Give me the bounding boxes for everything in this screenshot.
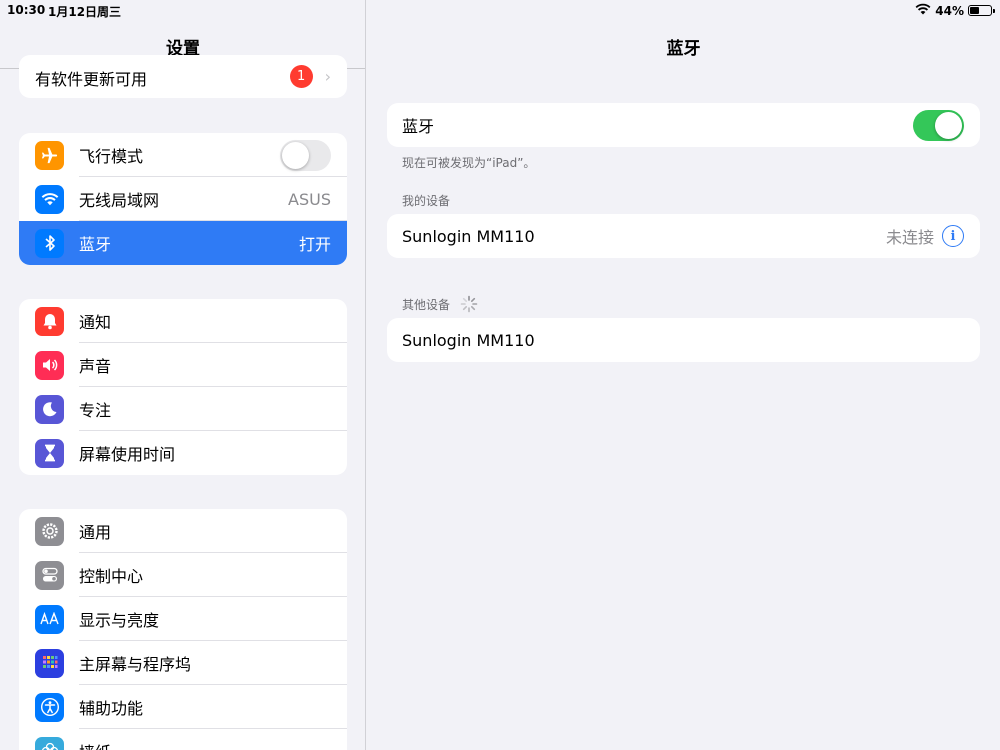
sidebar-item-label: 飞行模式 [79, 147, 144, 166]
sidebar-item-label: 通知 [79, 313, 112, 332]
sidebar-item-sounds[interactable]: 声音 [19, 343, 347, 387]
device-row[interactable]: Sunlogin MM110 未连接 i [387, 214, 980, 258]
hourglass-icon [35, 438, 64, 468]
sidebar-item-screen-time[interactable]: 屏幕使用时间 [19, 431, 347, 475]
other-devices-group: Sunlogin MM110 [387, 318, 980, 362]
airplane-icon [35, 140, 64, 170]
sidebar-item-label: 声音 [79, 357, 112, 376]
sidebar-item-general[interactable]: 通用 [19, 509, 347, 553]
sidebar-item-label: 显示与亮度 [79, 611, 160, 630]
device-status: 未连接 [885, 228, 934, 247]
other-devices-header-wrap: 其他设备 [402, 295, 478, 316]
status-date: 1月12日周三 [48, 5, 122, 19]
loading-spinner-icon [460, 295, 478, 316]
software-update-row[interactable]: 有软件更新可用 1 › [19, 55, 347, 98]
settings-sidebar: 设置 有软件更新可用 1 › 飞行模式 无线局域网 ASUS 蓝牙 打开 通知 … [0, 0, 366, 750]
toggle-knob [282, 141, 309, 169]
sidebar-item-label: 屏幕使用时间 [79, 445, 176, 464]
status-bar: 10:30 1月12日周三 44% [0, 0, 1000, 20]
status-right: 44% [915, 3, 995, 18]
status-time: 10:30 [7, 3, 46, 17]
wifi-status-icon [915, 3, 931, 18]
sidebar-item-focus[interactable]: 专注 [19, 387, 347, 431]
device-name: Sunlogin MM110 [402, 330, 535, 350]
sidebar-item-wifi[interactable]: 无线局域网 ASUS [19, 177, 347, 221]
toggle-knob [935, 111, 962, 139]
sidebar-item-label: 主屏幕与程序坞 [79, 655, 192, 674]
switches-icon [35, 560, 64, 590]
battery-fill [970, 7, 979, 14]
sidebar-item-airplane-mode[interactable]: 飞行模式 [19, 133, 347, 177]
general-group: 通用 控制中心 显示与亮度 主屏幕与程序坞 辅助功能 [19, 509, 347, 750]
bluetooth-toggle-group: 蓝牙 [387, 103, 980, 147]
sidebar-item-wallpaper[interactable]: 墙纸 [19, 729, 347, 750]
connectivity-group: 飞行模式 无线局域网 ASUS 蓝牙 打开 [19, 133, 347, 265]
wifi-network-value: ASUS [288, 189, 331, 209]
bluetooth-detail-pane: 蓝牙 蓝牙 现在可被发现为“iPad”。 我的设备 Sunlogin MM110… [367, 0, 1000, 750]
battery-percent: 44% [935, 3, 964, 18]
wifi-icon [35, 184, 64, 214]
sidebar-item-bluetooth[interactable]: 蓝牙 打开 [19, 221, 347, 265]
sidebar-item-label: 控制中心 [79, 567, 144, 586]
bluetooth-toggle-label: 蓝牙 [402, 117, 435, 136]
other-devices-header: 其他设备 [402, 298, 451, 312]
bluetooth-status-value: 打开 [298, 235, 331, 254]
update-group: 有软件更新可用 1 › [19, 55, 347, 98]
bluetooth-icon [35, 228, 64, 258]
my-devices-header: 我的设备 [402, 194, 451, 208]
sidebar-item-display[interactable]: 显示与亮度 [19, 597, 347, 641]
sidebar-item-label: 通用 [79, 523, 112, 542]
wallpaper-icon [35, 736, 64, 750]
software-update-label: 有软件更新可用 [35, 69, 148, 89]
sidebar-item-label: 蓝牙 [79, 235, 112, 254]
bluetooth-toggle[interactable] [913, 109, 964, 141]
sidebar-item-home-screen[interactable]: 主屏幕与程序坞 [19, 641, 347, 685]
my-devices-group: Sunlogin MM110 未连接 i [387, 214, 980, 258]
bluetooth-toggle-row: 蓝牙 [387, 103, 980, 147]
speaker-icon [35, 350, 64, 380]
sidebar-item-label: 无线局域网 [79, 191, 160, 210]
moon-icon [35, 394, 64, 424]
grid-icon [35, 648, 64, 678]
sidebar-item-accessibility[interactable]: 辅助功能 [19, 685, 347, 729]
notifications-group: 通知 声音 专注 屏幕使用时间 [19, 299, 347, 475]
sidebar-item-label: 墙纸 [79, 739, 347, 750]
page-title: 蓝牙 [666, 39, 701, 59]
chevron-right-icon: › [324, 67, 331, 86]
sidebar-item-control-center[interactable]: 控制中心 [19, 553, 347, 597]
info-icon[interactable]: i [942, 225, 964, 247]
discoverable-caption: 现在可被发现为“iPad”。 [402, 156, 536, 170]
device-name: Sunlogin MM110 [402, 226, 535, 246]
bell-icon [35, 306, 64, 336]
battery-icon [968, 5, 995, 16]
sidebar-item-label: 专注 [79, 401, 112, 420]
sidebar-item-notifications[interactable]: 通知 [19, 299, 347, 343]
gear-icon [35, 516, 64, 546]
device-row[interactable]: Sunlogin MM110 [387, 318, 980, 362]
accessibility-icon [35, 692, 64, 722]
update-badge: 1 [289, 65, 313, 88]
text-size-icon [35, 604, 64, 634]
airplane-mode-toggle[interactable] [280, 139, 331, 171]
sidebar-item-label: 辅助功能 [79, 699, 144, 718]
